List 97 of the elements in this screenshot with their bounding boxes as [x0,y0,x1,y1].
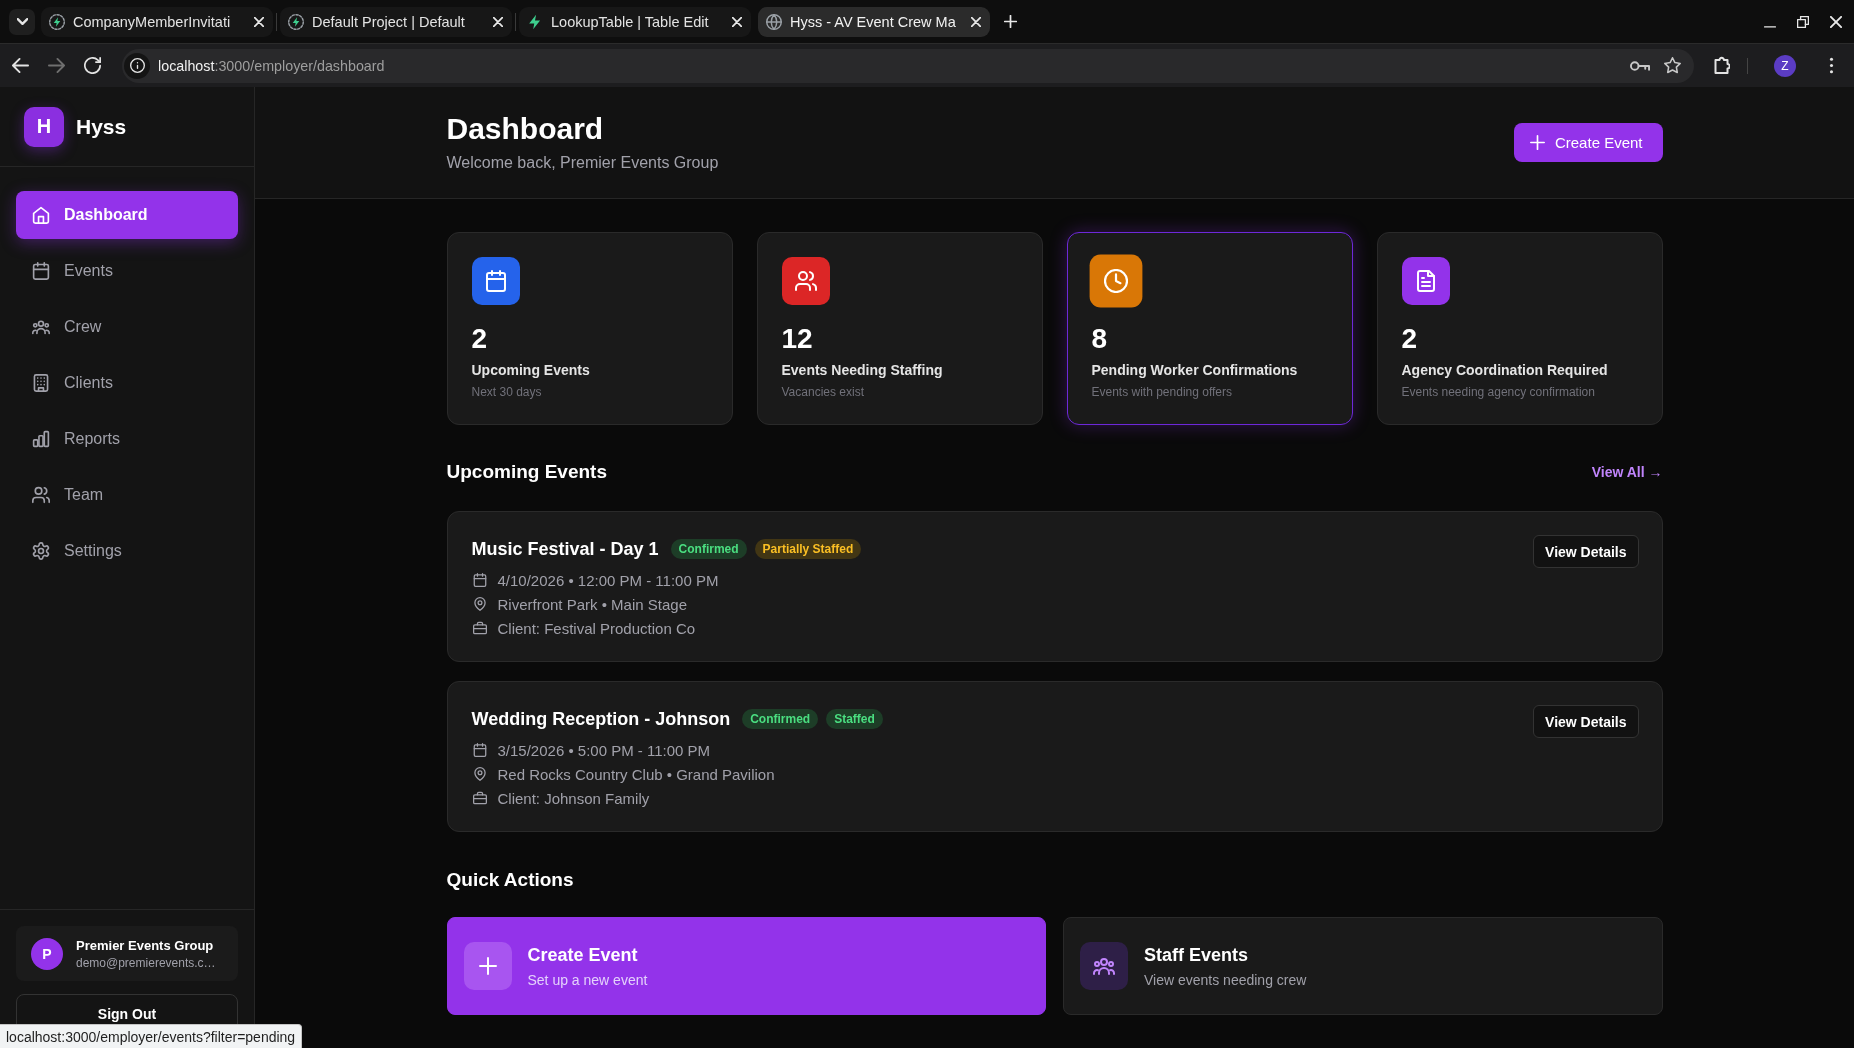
bolt-circle-icon [49,13,65,30]
map-pin-icon [472,767,487,781]
nav-item[interactable]: Team [16,471,238,519]
stat-label: Agency Coordination Required [1401,361,1609,380]
info-icon[interactable] [124,52,150,79]
stat-note: Events with pending offers [1091,384,1234,400]
url-text: localhost:3000/employer/dashboard [158,57,386,74]
bolt-circle-icon [288,13,304,30]
stat-card[interactable]: 8 Pending Worker Confirmations Events with pending offers [1066,232,1353,425]
plus-icon[interactable] [1004,15,1017,28]
group-icon [32,318,50,336]
event-date: 3/15/2026 • 5:00 PM - 11:00 PM [497,741,711,759]
stat-card[interactable]: 2 Agency Coordination Required Events needing agency confirmation [1376,232,1663,425]
event-client: Client: Festival Production Co [497,619,696,637]
stat-value: 2 [1401,322,1419,356]
nav-item[interactable]: Events [16,247,238,295]
section-title: Upcoming Events [446,460,607,484]
nav-item[interactable]: Clients [16,359,238,407]
restore-icon[interactable] [1797,15,1809,28]
user-avatar: P [31,937,63,970]
plus-icon [463,942,512,990]
stat-card[interactable]: 2 Upcoming Events Next 30 days [446,232,733,425]
stat-card[interactable]: 12 Events Needing Staffing Vacancies exist [756,232,1043,425]
key-icon[interactable] [1630,60,1650,71]
event-date: 4/10/2026 • 12:00 PM - 11:00 PM [497,571,719,589]
map-pin-icon [472,597,487,611]
status-badge: Confirmed [742,709,819,729]
browser-tab[interactable]: Default Project | Default [280,6,512,37]
status-badge: Staffed [826,709,883,729]
event-title: Wedding Reception - Johnson [471,708,731,730]
close-icon[interactable] [1830,15,1842,28]
stat-value: 12 [781,322,814,356]
status-badge: Confirmed [670,539,747,559]
quick-action-card[interactable]: Staff Events View events needing crew [1063,917,1663,1015]
nav-item[interactable]: Crew [16,303,238,351]
logo-mark: H [24,106,64,147]
kebab-menu-icon[interactable] [1829,57,1834,74]
stat-note: Events needing agency confirmation [1401,384,1596,400]
chevron-down-icon[interactable] [9,8,35,35]
address-bar[interactable]: localhost:3000/employer/dashboard [122,48,1694,83]
nav-item[interactable]: Settings [16,527,238,575]
star-icon[interactable] [1664,57,1681,74]
globe-icon [766,13,782,30]
event-client: Client: Johnson Family [497,789,650,807]
view-details-button[interactable]: View Details [1533,705,1639,738]
stat-label: Pending Worker Confirmations [1091,361,1299,380]
action-title: Create Event [527,943,639,967]
browser-tab[interactable]: CompanyMemberInvitati [41,6,273,37]
people-icon [32,486,50,504]
close-icon[interactable] [493,16,503,27]
view-details-button[interactable]: View Details [1533,535,1639,568]
stat-label: Upcoming Events [471,361,591,380]
stat-value: 2 [471,322,489,356]
page-title: Dashboard [446,110,605,147]
nav-item[interactable]: Reports [16,415,238,463]
event-location: Riverfront Park • Main Stage [497,595,687,613]
briefcase-icon [472,621,487,635]
event-title: Music Festival - Day 1 [471,538,659,560]
user-name: Premier Events Group [76,936,215,955]
close-icon[interactable] [732,16,742,27]
status-badge: Partially Staffed [754,539,862,559]
home-icon [32,206,50,224]
puzzle-icon[interactable] [1714,56,1730,75]
user-email: demo@premierevents.c… [76,954,216,971]
stat-label: Events Needing Staffing [781,361,944,380]
nav-item[interactable]: Dashboard [16,191,238,239]
building-icon [32,374,50,392]
close-icon[interactable] [254,16,264,27]
action-subtitle: Set up a new event [527,970,648,990]
stat-note: Next 30 days [471,384,543,400]
plus-icon [1529,135,1545,150]
group-icon [1080,942,1128,990]
briefcase-icon [472,791,487,805]
stat-value: 8 [1091,322,1109,356]
reload-icon[interactable] [84,57,101,74]
calendar-icon [472,743,487,757]
view-all-link[interactable]: View All → [1591,464,1663,480]
browser-tab[interactable]: LookupTable | Table Edit [519,6,751,37]
action-subtitle: View events needing crew [1144,970,1307,990]
create-event-button[interactable]: Create Event [1513,123,1663,162]
back-arrow-icon[interactable] [12,57,29,74]
stat-note: Vacancies exist [781,384,865,400]
close-icon[interactable] [971,16,981,27]
calendar-icon [472,573,487,587]
calendar-icon [32,262,50,280]
app-name: Hyss [76,114,127,139]
profile-avatar[interactable]: Z [1774,54,1796,77]
bar-chart-icon [32,430,50,448]
action-title: Staff Events [1144,943,1250,967]
link-preview-tooltip: localhost:3000/employer/events?filter=pending [0,1024,303,1048]
section-title: Quick Actions [446,868,575,892]
quick-action-card[interactable]: Create Event Set up a new event [446,917,1046,1015]
page-subtitle: Welcome back, Premier Events Group [446,152,719,173]
settings-icon [32,542,50,560]
forward-arrow-icon[interactable] [48,57,65,74]
event-location: Red Rocks Country Club • Grand Pavilion [497,765,775,783]
browser-tab[interactable]: Hyss - AV Event Crew Ma [758,6,990,37]
